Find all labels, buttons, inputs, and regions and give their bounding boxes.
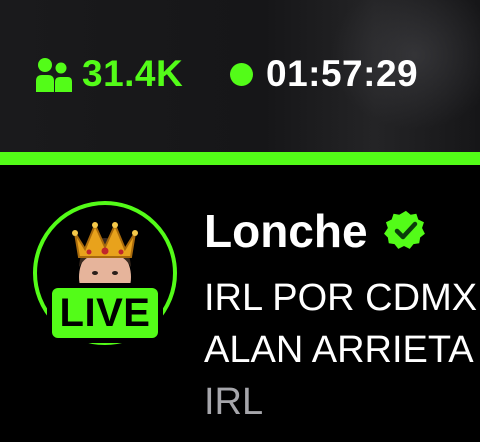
verified-badge-icon: [383, 210, 425, 249]
live-dot-icon: [230, 63, 253, 86]
viewers-icon: [36, 58, 72, 92]
viewer-count: 31.4K: [82, 53, 184, 94]
stream-info-panel: 31.4K 01:57:29 LIVE Lonche IRL POR CDMX …: [0, 0, 480, 442]
stream-uptime: 01:57:29: [266, 53, 419, 94]
stream-title-line-2: ALAN ARRIETA: [204, 329, 474, 371]
channel-name[interactable]: Lonche: [204, 206, 368, 256]
live-badge: LIVE: [47, 283, 163, 343]
viewer-count-group: 31.4K: [34, 54, 183, 94]
channel-header: Lonche: [204, 206, 428, 256]
live-badge-label: LIVE: [52, 288, 158, 338]
accent-divider: [0, 152, 480, 165]
stream-category[interactable]: IRL: [204, 380, 263, 424]
stream-stats-bar: 31.4K 01:57:29: [0, 0, 480, 152]
stream-title-line-1: IRL POR CDMX: [204, 277, 478, 319]
